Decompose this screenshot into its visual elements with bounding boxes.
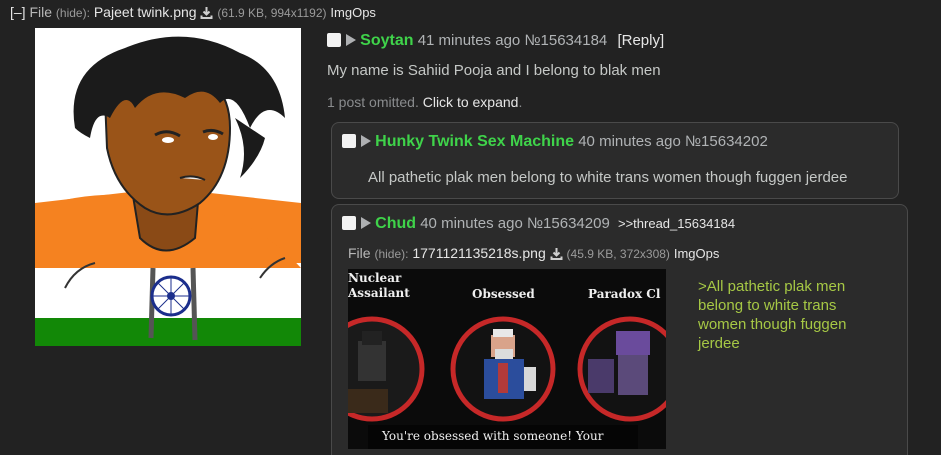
reply1-poster-name: Hunky Twink Sex Machine bbox=[375, 133, 575, 150]
thumb-label-right: Paradox Cl bbox=[588, 287, 661, 301]
reply2-file-meta: (45.9 KB, 372x308) bbox=[566, 247, 670, 261]
op-post-header: Soytan 41 minutes ago №15634184 [Reply] bbox=[327, 32, 664, 50]
reply2-filename-link[interactable]: 1771121135218s.png bbox=[412, 245, 545, 261]
reply2-greentext: >All pathetic plak men belong to white t… bbox=[698, 278, 847, 352]
op-menu-arrow-icon[interactable] bbox=[346, 34, 356, 46]
hide-file-link[interactable]: (hide): bbox=[56, 6, 90, 20]
reply2-file-info: File (hide): 1771121135218s.png (45.9 KB… bbox=[348, 245, 719, 261]
thumb-label-mid: Obsessed bbox=[472, 287, 535, 301]
op-image-drawing bbox=[35, 28, 301, 346]
reply1-menu-arrow-icon[interactable] bbox=[361, 135, 371, 147]
reply2-select-checkbox[interactable] bbox=[342, 216, 356, 230]
download-icon[interactable] bbox=[200, 6, 213, 19]
op-timestamp: 41 minutes ago bbox=[417, 32, 521, 49]
expand-link[interactable]: Click to expand bbox=[423, 94, 519, 110]
omitted-dot: . bbox=[518, 94, 523, 110]
reply1-timestamp: 40 minutes ago bbox=[578, 133, 681, 150]
reply2-header: Chud 40 minutes ago №15634209 >>thread_1… bbox=[342, 215, 735, 233]
collapse-toggle[interactable]: [–] bbox=[10, 4, 26, 20]
op-image[interactable] bbox=[35, 28, 301, 346]
omitted-count: 1 post omitted. bbox=[327, 94, 419, 110]
reply-post-15634209: Chud 40 minutes ago №15634209 >>thread_1… bbox=[331, 204, 908, 455]
reply2-menu-arrow-icon[interactable] bbox=[361, 217, 371, 229]
op-select-checkbox[interactable] bbox=[327, 33, 341, 47]
op-message: My name is Sahiid Pooja and I belong to … bbox=[327, 62, 661, 79]
op-file-meta: (61.9 KB, 994x1192) bbox=[217, 6, 327, 20]
reply-post-15634202: Hunky Twink Sex Machine 40 minutes ago №… bbox=[331, 122, 899, 199]
op-post-number[interactable]: №15634184 bbox=[524, 32, 607, 49]
reply2-imgops-link[interactable]: ImgOps bbox=[674, 246, 720, 261]
thumb-label-left: Nuclear Assailant bbox=[348, 271, 410, 300]
reply2-image[interactable]: Nuclear Assailant Obsessed Paradox Cl Yo… bbox=[348, 269, 666, 449]
file-prefix: File bbox=[29, 4, 53, 20]
thumb-caption: You're obsessed with someone! Your bbox=[382, 429, 604, 443]
reply1-header: Hunky Twink Sex Machine 40 minutes ago №… bbox=[342, 133, 768, 151]
reply2-hide-file-link[interactable]: (hide): bbox=[374, 247, 408, 261]
reply1-post-number[interactable]: №15634202 bbox=[685, 133, 768, 150]
reply2-timestamp: 40 minutes ago bbox=[420, 215, 523, 232]
reply-link[interactable]: [Reply] bbox=[617, 32, 664, 49]
thread-quote-link[interactable]: >>thread_15634184 bbox=[618, 216, 735, 231]
reply2-poster-name: Chud bbox=[375, 215, 417, 232]
reply2-post-number[interactable]: №15634209 bbox=[527, 215, 610, 232]
op-file-info: [–] File (hide): Pajeet twink.png (61.9 … bbox=[10, 4, 376, 20]
op-poster-name: Soytan bbox=[360, 32, 414, 49]
omitted-notice: 1 post omitted. Click to expand. bbox=[327, 94, 522, 110]
reply2-file-prefix: File bbox=[348, 245, 371, 261]
op-filename-link[interactable]: Pajeet twink.png bbox=[94, 4, 197, 20]
reply2-download-icon[interactable] bbox=[550, 247, 563, 260]
imgops-link[interactable]: ImgOps bbox=[330, 5, 376, 20]
reply1-select-checkbox[interactable] bbox=[342, 134, 356, 148]
reply1-message: All pathetic plak men belong to white tr… bbox=[368, 169, 848, 186]
